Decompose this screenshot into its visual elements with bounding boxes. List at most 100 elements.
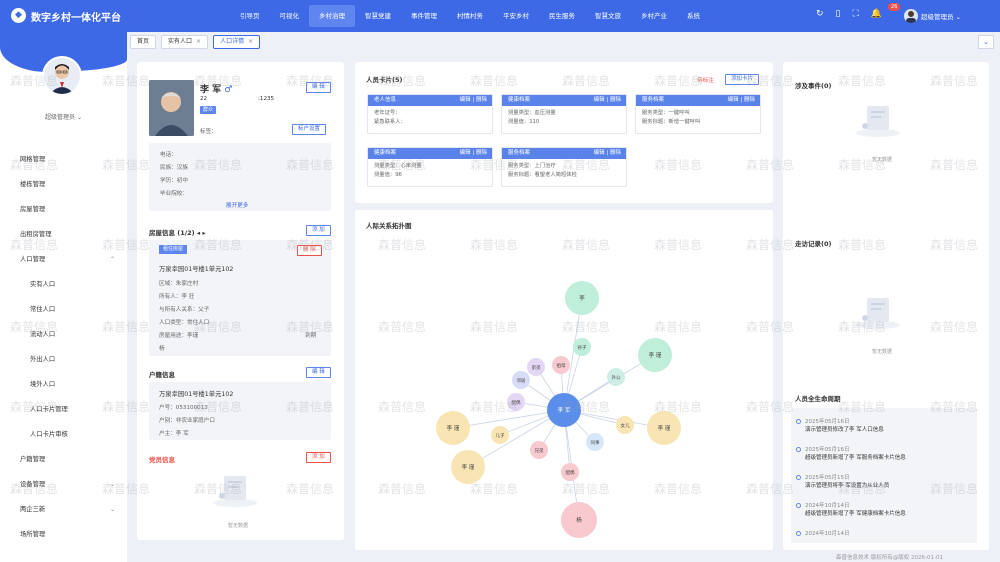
- arrow-left-icon[interactable]: ◂: [197, 229, 200, 237]
- graph-label: 同事: [591, 439, 600, 446]
- top-bar: ◆ 数字乡村一体化平台 引导页 可视化 乡村治理 智慧党建 事件管理 村情村务 …: [0, 0, 1000, 32]
- timeline-date: 2025年05月16日: [805, 419, 850, 425]
- footer-text: 森普信息技术 版权所有@版权 2026-01-01: [836, 555, 943, 561]
- nav-tourism[interactable]: 智慧文旅: [585, 5, 631, 27]
- sidebar-item-card-review[interactable]: 人口卡片审核: [0, 422, 127, 447]
- sidebar-item-grid[interactable]: 网格管理: [0, 147, 127, 172]
- nav-village[interactable]: 村情村务: [447, 5, 493, 27]
- refresh-icon[interactable]: ↻: [816, 9, 824, 19]
- user-menu[interactable]: 超级管理员 ⌄: [921, 11, 961, 21]
- tab-label: 人口详情: [220, 38, 245, 45]
- house-address: 万泉幸园01号楼1单元102: [159, 266, 234, 273]
- nav-events[interactable]: 事件管理: [401, 5, 447, 27]
- card-line: 测量类型：血压测量: [508, 110, 556, 116]
- person-label: 标签：: [200, 129, 217, 135]
- card-line: 老年证号：: [374, 110, 401, 116]
- household-setting-button[interactable]: 标户设置: [292, 124, 327, 135]
- card-ops[interactable]: 编辑 | 删除: [594, 148, 621, 159]
- sidebar-item-label: 两企三新: [20, 506, 46, 513]
- sidebar-item-venue[interactable]: 场所管理: [0, 522, 127, 547]
- add-party-button[interactable]: 添 加: [306, 452, 331, 463]
- lifecycle-title: 人员全生命周期: [795, 395, 841, 403]
- profile-role[interactable]: 超级管理员 ⌄: [0, 112, 127, 121]
- timeline-item: 2024年10月14日: [805, 529, 850, 537]
- sidebar-item-hukou[interactable]: 户籍管理: [0, 447, 127, 472]
- house-expiry: 到期: [305, 333, 317, 339]
- graph-label: 杨: [576, 516, 582, 524]
- relationship-graph[interactable]: 李 军 李 李 瑾 李 瑾 李 瑾 李 瑾 杨 孙子 儿子 女儿 配偶 兄弟 祖…: [355, 210, 773, 550]
- fullscreen-icon[interactable]: ⛶: [853, 9, 859, 19]
- close-icon[interactable]: ×: [248, 38, 253, 45]
- sidebar-item-overseas[interactable]: 境外人口: [0, 372, 127, 397]
- sidebar-item-rental[interactable]: 出租房管理: [0, 222, 127, 247]
- delete-house-button[interactable]: 删 除: [297, 245, 322, 256]
- close-icon[interactable]: ×: [196, 38, 201, 45]
- card-line: 服务标题：看望老人简短体检: [508, 171, 577, 178]
- timeline-text: 超级管理员新增了李 军健康档案卡片信息: [805, 511, 906, 517]
- person-photo: [149, 80, 194, 136]
- expand-more-link[interactable]: 展开更多: [226, 201, 248, 209]
- house-area: 区域：朱家庄村: [159, 281, 199, 287]
- sidebar-item-label: 人口管理: [20, 256, 46, 263]
- sidebar-item-floating[interactable]: 流动人口: [0, 322, 127, 347]
- empty-illustration-icon: [213, 476, 257, 507]
- nav-safety[interactable]: 平安乡村: [493, 5, 539, 27]
- graph-label: 李 瑾: [649, 351, 662, 359]
- nav-guide[interactable]: 引导页: [230, 5, 270, 27]
- timeline-item: 2025年05月16日 超级管理员新增了李 军服务档案卡片信息: [805, 445, 906, 461]
- cards-title: 人员卡片(5): [366, 76, 403, 84]
- tab-actual-population[interactable]: 实有人口 ×: [161, 35, 209, 49]
- graph-center-label: 李 军: [558, 406, 571, 414]
- sidebar-item-device[interactable]: 设备管理 ⌄: [0, 472, 127, 497]
- add-house-button[interactable]: 添 加: [306, 225, 331, 236]
- sidebar-item-building[interactable]: 楼栋管理: [0, 172, 127, 197]
- page-tabs: 首页 实有人口 × 人口详情 ×: [130, 35, 261, 49]
- events-title: 涉及事件(0): [795, 82, 832, 90]
- add-card-button[interactable]: 添加卡片: [725, 74, 760, 85]
- empty-illustration-icon: [856, 106, 900, 137]
- sidebar-item-card-manage[interactable]: 人口卡片管理: [0, 397, 127, 422]
- mobile-icon[interactable]: ▯: [836, 9, 841, 19]
- person-phone: 电话：: [160, 152, 177, 158]
- nav-industry[interactable]: 乡村产业: [631, 5, 677, 27]
- nav-system[interactable]: 系统: [677, 5, 710, 27]
- card-head: 健康档案: [374, 150, 397, 156]
- avatar[interactable]: [904, 9, 918, 23]
- tab-home[interactable]: 首页: [130, 35, 157, 49]
- card-ops[interactable]: 编辑 | 删除: [460, 148, 487, 159]
- house-title-text: 房屋信息 (1/2): [149, 229, 195, 237]
- sidebar-item-house[interactable]: 房屋管理: [0, 197, 127, 222]
- card-service-2: 服务档案 编辑 | 删除 服务类型：上门治疗 服务标题：看望老人简短体检: [501, 147, 627, 187]
- graph-label: 儿子: [496, 432, 505, 439]
- nav-governance[interactable]: 乡村治理: [309, 5, 355, 27]
- graph-label: 李 瑾: [462, 463, 475, 471]
- bell-icon[interactable]: 🔔: [871, 9, 882, 19]
- tabs-dropdown-button[interactable]: ⌄: [978, 35, 994, 49]
- edit-person-button[interactable]: 编 辑: [306, 82, 331, 93]
- sidebar-item-population[interactable]: 人口管理 ⌃: [0, 247, 127, 272]
- sidebar-item-outgoing[interactable]: 外出人口: [0, 347, 127, 372]
- card-line: 测量值：110: [508, 118, 540, 125]
- card-ops[interactable]: 编辑 | 删除: [728, 95, 755, 106]
- graph-label: 李 瑾: [658, 424, 671, 432]
- house-usage: 房屋用途：李瑾: [159, 333, 199, 339]
- nav-party[interactable]: 智慧党建: [355, 5, 401, 27]
- nav-visual[interactable]: 可视化: [270, 5, 310, 27]
- graph-label: 兄弟: [535, 447, 544, 454]
- graph-label: 李: [579, 294, 585, 302]
- chevron-down-icon: ⌄: [109, 506, 115, 513]
- sidebar-item-actual[interactable]: 实有人口: [0, 272, 127, 297]
- card-ops[interactable]: 编辑 | 删除: [460, 95, 487, 106]
- arrow-right-icon[interactable]: ▸: [202, 229, 205, 237]
- tab-population-detail[interactable]: 人口详情 ×: [213, 35, 261, 49]
- graph-label: 祖母: [557, 362, 566, 369]
- edit-hukou-button[interactable]: 编 辑: [306, 367, 331, 378]
- nav-livelihood[interactable]: 民生服务: [539, 5, 585, 27]
- user-name: 超级管理员: [921, 13, 954, 21]
- sidebar-item-resident[interactable]: 常住人口: [0, 297, 127, 322]
- card-ops[interactable]: 编辑 | 删除: [594, 95, 621, 106]
- timeline-date: 2024年10月14日: [805, 531, 850, 537]
- sidebar-item-enterprise[interactable]: 两企三新 ⌄: [0, 497, 127, 522]
- hukou-type: 户别：非农业家庭户口: [159, 418, 215, 424]
- hukou-title: 户籍信息: [149, 371, 175, 379]
